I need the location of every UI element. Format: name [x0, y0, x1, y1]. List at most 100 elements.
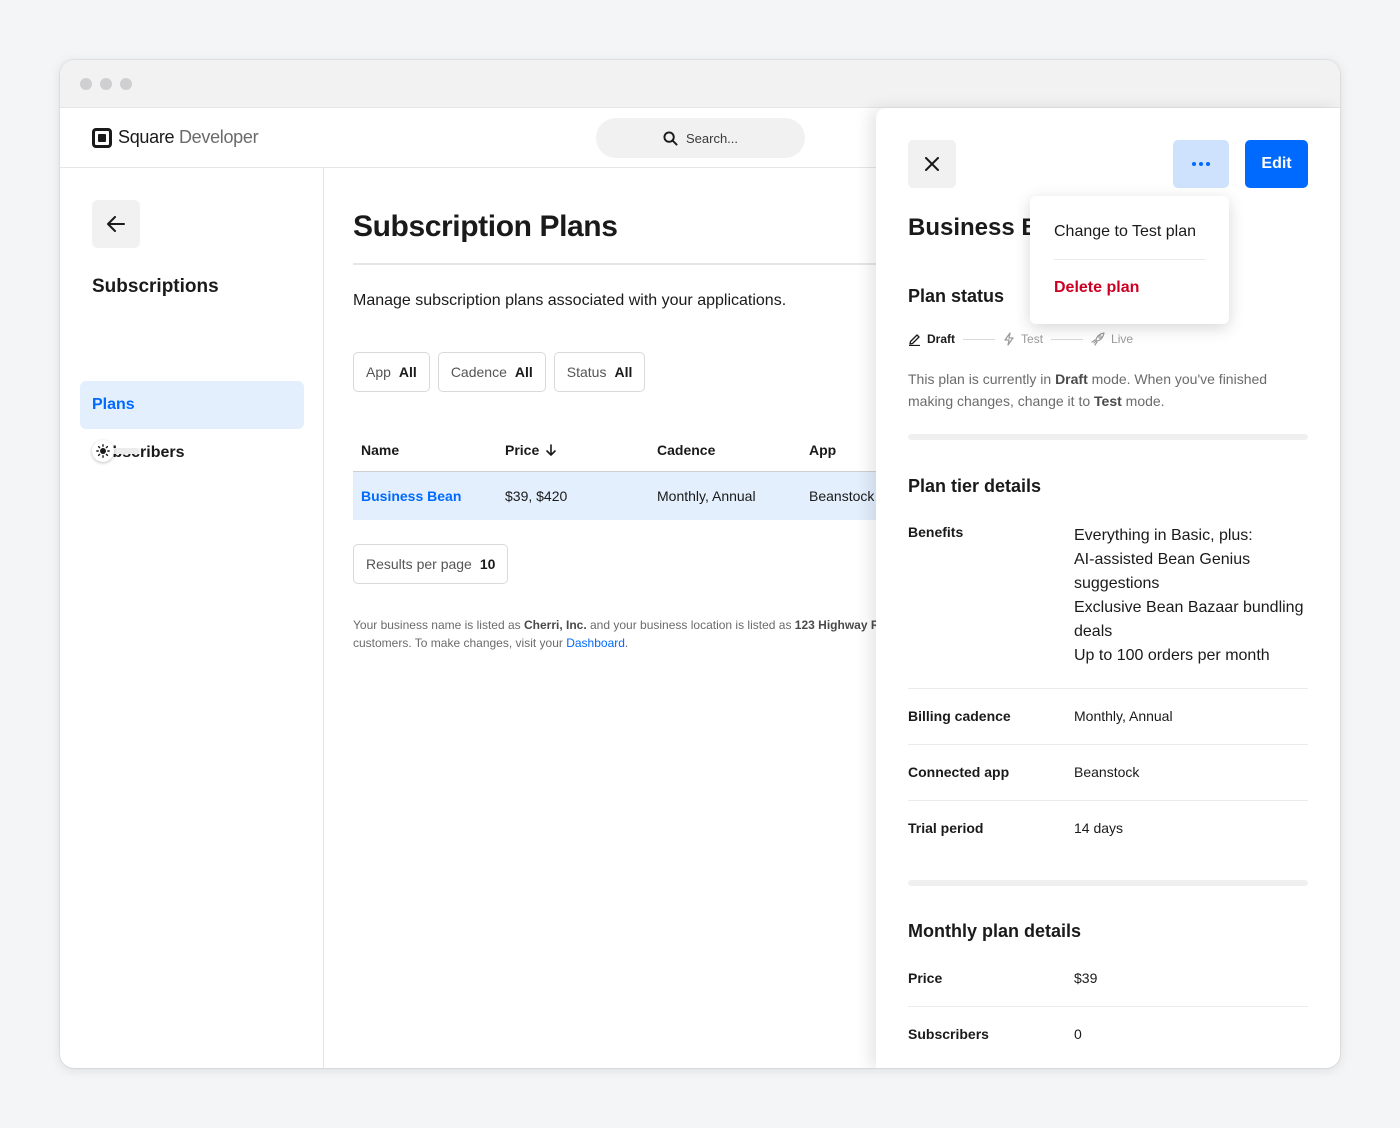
filter-app[interactable]: App All [353, 352, 430, 392]
benefit-item: Exclusive Bean Bazaar bundling deals [1074, 599, 1304, 640]
window-chrome [60, 60, 1340, 108]
plan-status-note: This plan is currently in Draft mode. Wh… [908, 368, 1308, 412]
pencil-icon [909, 333, 920, 346]
filter-label: App [366, 364, 391, 380]
billing-cadence-value: Monthly, Annual [1074, 708, 1173, 724]
footnote-text: customers. To make changes, visit your [353, 636, 567, 650]
sidebar-title: Subscriptions [92, 276, 219, 297]
theme-toggle[interactable] [92, 440, 140, 462]
note-text: This plan is currently in [908, 371, 1056, 387]
filter-bar: App All Cadence All Status All [353, 352, 646, 392]
column-header-price[interactable]: Price [505, 442, 657, 458]
monthly-price-value: $39 [1074, 970, 1098, 986]
ellipsis-icon [1192, 162, 1210, 166]
column-header-label: Price [505, 441, 540, 458]
step-label: Test [1021, 332, 1044, 346]
close-panel-button[interactable] [908, 140, 956, 188]
footnote-text: and your business location is listed as [586, 618, 795, 632]
menu-item-delete-plan[interactable]: Delete plan [1054, 279, 1139, 297]
billing-cadence-row: Billing cadence Monthly, Annual [908, 708, 1308, 724]
monthly-plan-heading: Monthly plan details [908, 921, 1082, 941]
sun-icon [96, 444, 110, 458]
more-options-menu: Change to Test plan Delete plan [1030, 196, 1229, 324]
table-row[interactable]: Business Bean $39, $420 Monthly, Annual … [353, 472, 913, 520]
step-live: Live [1091, 332, 1133, 346]
subscribers-label: Subscribers [908, 1026, 989, 1042]
logo-text: Square Developer [118, 127, 259, 147]
square-logo-icon [92, 127, 112, 148]
note-mode: Draft [1055, 371, 1088, 387]
search-placeholder: Search... [685, 130, 739, 146]
filter-status[interactable]: Status All [553, 352, 646, 392]
results-per-page-label: Results per page [366, 556, 472, 572]
column-header-cadence[interactable]: Cadence [657, 442, 809, 458]
close-icon [925, 157, 939, 171]
plan-name-link[interactable]: Business Bean [361, 488, 461, 504]
window-maximize-dot[interactable] [120, 78, 132, 90]
business-location: 123 Highway R [794, 618, 880, 632]
results-per-page-value: 10 [479, 556, 496, 572]
step-connector [963, 338, 996, 340]
footnote-text: . [624, 636, 629, 650]
benefits-list: Everything in Basic, plus: AI-assisted B… [1074, 524, 1308, 668]
lightning-icon [1004, 332, 1014, 346]
search-input[interactable]: Search... [596, 118, 805, 158]
arrow-left-icon [107, 216, 125, 232]
row-divider [908, 688, 1308, 689]
sort-arrow-down-icon [546, 443, 557, 456]
benefits-label: Benefits [908, 524, 964, 540]
window-close-dot[interactable] [80, 78, 92, 90]
trial-period-row: Trial period 14 days [908, 820, 1308, 836]
trial-period-label: Trial period [908, 820, 984, 836]
column-header-name[interactable]: Name [353, 442, 505, 458]
monthly-price-row: Price $39 [908, 970, 1308, 986]
monthly-price-label: Price [908, 970, 943, 986]
row-divider [908, 800, 1308, 801]
plan-cadence: Monthly, Annual [657, 488, 756, 504]
menu-item-change-to-test[interactable]: Change to Test plan [1054, 223, 1196, 241]
sidebar-item-plans[interactable]: Plans [80, 381, 304, 429]
sidebar: Subscriptions Plans Subscribers [60, 168, 324, 1068]
filter-label: Cadence [450, 364, 507, 380]
dashboard-link[interactable]: Dashboard [566, 636, 625, 650]
status-stepper: Draft Test Live [908, 332, 1133, 346]
filter-cadence[interactable]: Cadence All [437, 352, 546, 392]
connected-app-row: Connected app Beanstock [908, 764, 1308, 780]
subscribers-value: 0 [1074, 1026, 1082, 1042]
section-divider [908, 434, 1308, 440]
step-connector [1051, 338, 1084, 340]
logo[interactable]: Square Developer [92, 127, 259, 148]
connected-app-value: Beanstock [1074, 764, 1140, 780]
plan-status-heading: Plan status [908, 286, 1005, 306]
plan-price: $39, $420 [505, 488, 568, 504]
billing-cadence-label: Billing cadence [908, 708, 1011, 724]
benefit-item: Everything in Basic, plus: [1074, 527, 1253, 544]
row-divider [908, 1006, 1308, 1007]
section-divider [908, 880, 1308, 886]
page-description: Manage subscription plans associated wit… [353, 292, 787, 309]
more-options-button[interactable] [1173, 140, 1229, 188]
theme-toggle-knob[interactable] [92, 440, 114, 462]
back-button[interactable] [92, 200, 140, 248]
business-name: Cherri, Inc. [523, 618, 587, 632]
connected-app-label: Connected app [908, 764, 1010, 780]
results-per-page-select[interactable]: Results per page 10 [353, 544, 509, 584]
panel-title: Business Bean [908, 214, 1030, 241]
filter-value: All [514, 364, 533, 380]
benefits-row: Benefits Everything in Basic, plus: AI-a… [908, 524, 1308, 668]
title-divider [353, 263, 913, 265]
edit-button[interactable]: Edit [1245, 140, 1308, 188]
filter-label: Status [566, 364, 607, 380]
step-test: Test [1003, 332, 1043, 346]
menu-divider [1054, 259, 1206, 260]
page-title: Subscription Plans [353, 210, 618, 243]
search-icon [663, 130, 678, 146]
note-text: mode. [1121, 393, 1165, 409]
plans-table: Name Price Cadence App Business Bean $39… [353, 428, 913, 520]
benefit-item: AI-assisted Bean Genius suggestions [1074, 551, 1251, 592]
window-minimize-dot[interactable] [100, 78, 112, 90]
filter-value: All [614, 364, 633, 380]
subscribers-row: Subscribers 0 [908, 1026, 1308, 1042]
benefit-item: Up to 100 orders per month [1074, 647, 1270, 664]
row-divider [908, 744, 1308, 745]
